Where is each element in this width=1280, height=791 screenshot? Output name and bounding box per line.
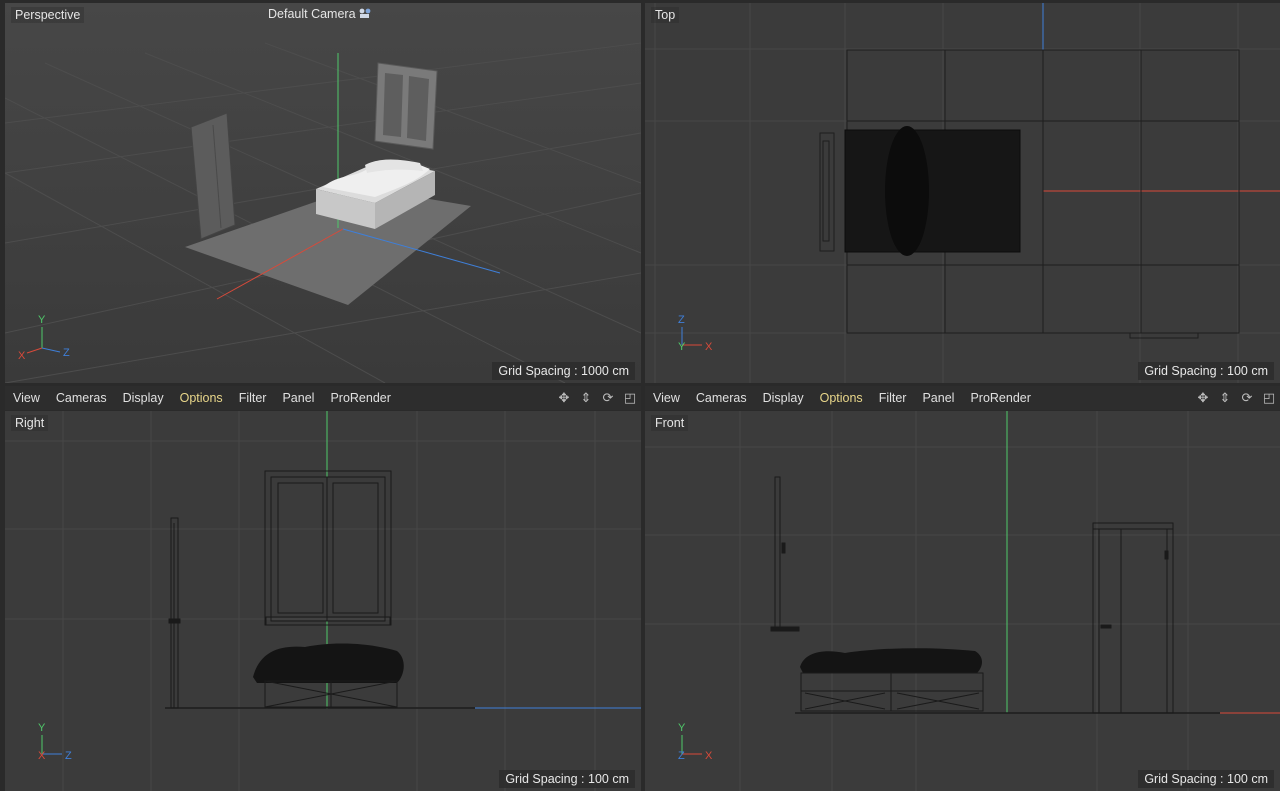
- right-axis-gizmo: Y X Z: [38, 722, 72, 762]
- front-grid: [645, 411, 1280, 791]
- front-viewport[interactable]: Y Z X Front Grid Spacing : 100 cm: [645, 411, 1280, 791]
- menubar-left: View Cameras Display Options Filter Pane…: [5, 386, 641, 410]
- axis-x-label: X: [705, 341, 713, 353]
- axis-y-label: Y: [678, 341, 686, 353]
- front-axis-gizmo: Y Z X: [678, 722, 713, 762]
- front-label: Front: [651, 415, 689, 431]
- top-scene: Z Y X: [645, 3, 1280, 383]
- camera-icon: [359, 8, 371, 18]
- menu-cameras[interactable]: Cameras: [48, 391, 115, 405]
- front-door-wireframe: [1092, 522, 1174, 714]
- perspective-label: Perspective: [11, 7, 85, 23]
- top-label: Top: [651, 7, 680, 23]
- menu-prorender[interactable]: ProRender: [322, 391, 398, 405]
- perspective-scene: Y X Z: [5, 3, 641, 383]
- menu-options[interactable]: Options: [812, 391, 871, 405]
- axis-z-label: Z: [678, 314, 685, 326]
- grid-spacing-front: Grid Spacing : 100 cm: [1138, 770, 1274, 788]
- move-view-icon[interactable]: ✥: [1194, 390, 1212, 406]
- menu-display[interactable]: Display: [755, 391, 812, 405]
- grid-spacing-right: Grid Spacing : 100 cm: [499, 770, 635, 788]
- menu-prorender[interactable]: ProRender: [962, 391, 1038, 405]
- right-viewport[interactable]: Y X Z Right Grid Spacing : 100 cm: [5, 411, 641, 791]
- menu-panel[interactable]: Panel: [274, 391, 322, 405]
- toggle-maximize-icon[interactable]: ◰: [1260, 390, 1278, 406]
- perspective-viewport[interactable]: Y X Z Perspective Default Camera Grid Sp…: [5, 3, 641, 383]
- menu-view[interactable]: View: [5, 391, 48, 405]
- menu-panel[interactable]: Panel: [914, 391, 962, 405]
- camera-name-text: Default Camera: [268, 7, 356, 21]
- right-label: Right: [11, 415, 49, 431]
- dolly-view-icon[interactable]: ⇕: [577, 390, 595, 406]
- axis-z-label: Z: [65, 750, 72, 762]
- axis-y-label: Y: [38, 314, 46, 326]
- front-window-wireframe: [770, 476, 800, 632]
- toggle-maximize-icon[interactable]: ◰: [621, 390, 639, 406]
- axis-x-label: X: [705, 750, 713, 762]
- grid-spacing-perspective: Grid Spacing : 1000 cm: [492, 362, 635, 380]
- axis-y-label: Y: [678, 722, 686, 734]
- menu-options[interactable]: Options: [172, 391, 231, 405]
- right-scene: Y X Z: [5, 411, 641, 791]
- rotate-view-icon[interactable]: ⟳: [599, 390, 617, 406]
- grid-spacing-top: Grid Spacing : 100 cm: [1138, 362, 1274, 380]
- axis-y-label: Y: [38, 722, 46, 734]
- front-scene: Y Z X: [645, 411, 1280, 791]
- menu-view[interactable]: View: [645, 391, 688, 405]
- front-bed-wireframe: [800, 648, 984, 712]
- move-view-icon[interactable]: ✥: [555, 390, 573, 406]
- dolly-view-icon[interactable]: ⇕: [1216, 390, 1234, 406]
- menu-filter[interactable]: Filter: [231, 391, 275, 405]
- camera-name[interactable]: Default Camera: [268, 7, 371, 21]
- right-bed-wireframe: [253, 643, 404, 708]
- axis-z-label: Z: [678, 750, 685, 762]
- window-object: [374, 62, 438, 150]
- axis-x-label: X: [18, 350, 26, 362]
- menu-display[interactable]: Display: [115, 391, 172, 405]
- top-bed-wireframe: [819, 126, 1021, 256]
- right-door-wireframe: [168, 517, 181, 709]
- right-window-wireframe: [264, 470, 392, 626]
- menu-cameras[interactable]: Cameras: [688, 391, 755, 405]
- rotate-view-icon[interactable]: ⟳: [1238, 390, 1256, 406]
- menu-filter[interactable]: Filter: [871, 391, 915, 405]
- top-viewport[interactable]: Z Y X Top Grid Spacing : 100 cm: [645, 3, 1280, 383]
- menubar-right: View Cameras Display Options Filter Pane…: [645, 386, 1280, 410]
- axis-z-label: Z: [63, 347, 70, 359]
- axis-x-label: X: [38, 750, 46, 762]
